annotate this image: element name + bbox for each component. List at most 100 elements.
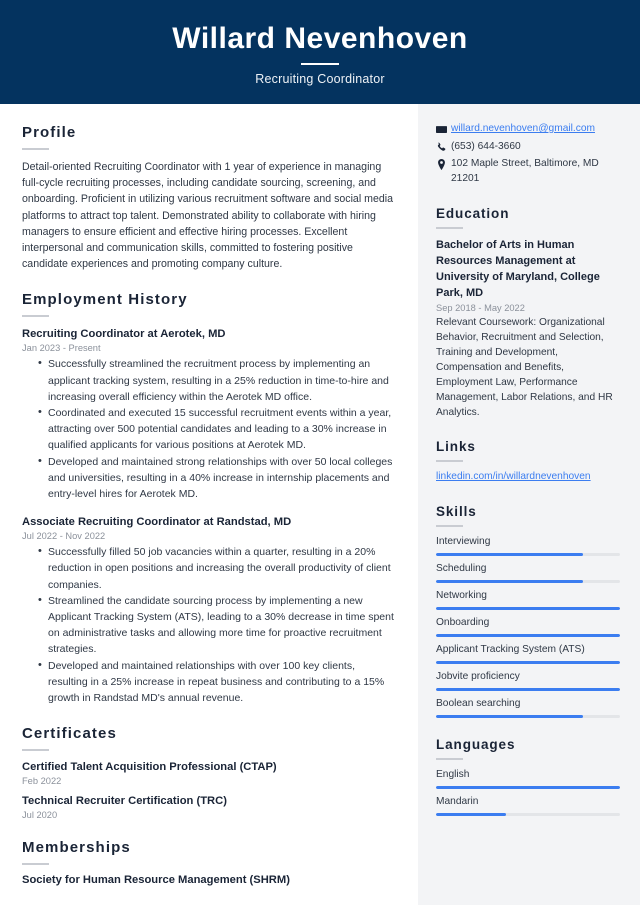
- profile-text: Detail-oriented Recruiting Coordinator w…: [22, 161, 393, 271]
- heading-divider: [436, 524, 463, 527]
- skill-item: Onboarding: [436, 616, 620, 637]
- main-column: Profile Detail-oriented Recruiting Coord…: [0, 104, 418, 905]
- employment-section: Employment History Recruiting Coordinato…: [22, 291, 396, 706]
- skill-label: Onboarding: [436, 616, 490, 628]
- skill-item: Boolean searching: [436, 697, 620, 718]
- skill-label: Networking: [436, 589, 487, 601]
- contact-phone: (653) 644-3660: [451, 140, 521, 152]
- skill-bar-track: [436, 714, 620, 718]
- job-date: Jul 2022 - Nov 2022: [22, 531, 106, 542]
- certificate-date: Feb 2022: [22, 776, 62, 787]
- candidate-name: Willard Nevenhoven: [172, 22, 468, 55]
- skill-label: Applicant Tracking System (ATS): [436, 643, 585, 655]
- language-bar-fill: [436, 785, 620, 789]
- certificate-title: Certified Talent Acquisition Professiona…: [22, 761, 277, 774]
- job-title: Associate Recruiting Coordinator at Rand…: [22, 516, 292, 529]
- profile-section: Profile Detail-oriented Recruiting Coord…: [22, 124, 396, 272]
- education-section: Education Bachelor of Arts in Human Reso…: [436, 206, 620, 420]
- links-section: Links linkedin.com/in/willardnevenhoven: [436, 439, 620, 485]
- language-label: Mandarin: [436, 795, 479, 807]
- certificate-entry: Technical Recruiter Certification (TRC) …: [22, 794, 396, 820]
- certificate-entry: Certified Talent Acquisition Professiona…: [22, 760, 396, 786]
- skill-bar-track: [436, 633, 620, 637]
- certificates-heading: Certificates: [22, 725, 117, 743]
- skill-bar-fill: [436, 606, 620, 610]
- skill-label: Jobvite proficiency: [436, 670, 520, 682]
- language-label: English: [436, 768, 470, 780]
- language-bar-fill: [436, 812, 506, 816]
- skill-bar-fill: [436, 687, 620, 691]
- link-item-linkedin[interactable]: linkedin.com/in/willardnevenhoven: [436, 470, 620, 485]
- heading-divider: [22, 315, 49, 318]
- skill-bar-track: [436, 552, 620, 556]
- candidate-job-title: Recruiting Coordinator: [255, 72, 385, 86]
- skill-bar-fill: [436, 633, 620, 637]
- job-date: Jan 2023 - Present: [22, 343, 101, 354]
- job-title: Recruiting Coordinator at Aerotek, MD: [22, 328, 226, 341]
- education-date: Sep 2018 - May 2022: [436, 303, 525, 313]
- language-item: Mandarin: [436, 795, 620, 816]
- phone-icon: [436, 140, 451, 153]
- employment-heading: Employment History: [22, 291, 188, 309]
- certificates-section: Certificates Certified Talent Acquisitio…: [22, 725, 396, 820]
- location-pin-icon: [436, 157, 451, 170]
- education-degree: Bachelor of Arts in Human Resources Mana…: [436, 239, 600, 299]
- membership-title: Society for Human Resource Management (S…: [22, 874, 290, 887]
- job-bullet-list: Successfully filled 50 job vacancies wit…: [22, 543, 396, 707]
- memberships-heading: Memberships: [22, 839, 131, 857]
- envelope-icon: [436, 122, 451, 135]
- skill-item: Scheduling: [436, 562, 620, 583]
- resume-body: Profile Detail-oriented Recruiting Coord…: [0, 104, 640, 905]
- contact-email[interactable]: willard.nevenhoven@gmail.com: [451, 122, 595, 137]
- languages-heading: Languages: [436, 736, 516, 752]
- skills-heading: Skills: [436, 503, 477, 519]
- heading-divider: [436, 227, 463, 229]
- sidebar-column: willard.nevenhoven@gmail.com (653) 644-3…: [418, 104, 640, 905]
- language-bar-track: [436, 785, 620, 789]
- job-bullet: Streamlined the candidate sourcing proce…: [38, 592, 396, 658]
- heading-divider: [22, 749, 49, 752]
- skill-bar-fill: [436, 714, 584, 718]
- profile-heading: Profile: [22, 124, 77, 141]
- contact-address: 102 Maple Street, Baltimore, MD 21201: [451, 158, 599, 184]
- education-description: Relevant Coursework: Organizational Beha…: [436, 317, 613, 418]
- resume-header: Willard Nevenhoven Recruiting Coordinato…: [0, 0, 640, 104]
- job-bullet: Developed and maintained strong relation…: [38, 453, 396, 503]
- certificate-date: Jul 2020: [22, 810, 58, 821]
- resume-page: Willard Nevenhoven Recruiting Coordinato…: [0, 0, 640, 905]
- skill-bar-track: [436, 579, 620, 583]
- job-bullet: Successfully filled 50 job vacancies wit…: [38, 543, 396, 593]
- skill-item: Jobvite proficiency: [436, 670, 620, 691]
- skill-label: Interviewing: [436, 535, 491, 547]
- job-bullet-list: Successfully streamlined the recruitment…: [22, 355, 396, 503]
- language-bar-track: [436, 812, 620, 816]
- memberships-section: Memberships Society for Human Resource M…: [22, 839, 396, 886]
- heading-divider: [436, 757, 463, 760]
- education-heading: Education: [436, 206, 510, 221]
- contact-email-row[interactable]: willard.nevenhoven@gmail.com: [436, 122, 620, 137]
- job-bullet: Coordinated and executed 15 successful r…: [38, 404, 396, 454]
- heading-divider: [22, 148, 49, 150]
- skill-item: Applicant Tracking System (ATS): [436, 643, 620, 664]
- heading-divider: [22, 863, 49, 866]
- contact-address-row: 102 Maple Street, Baltimore, MD 21201: [436, 157, 620, 186]
- skill-item: Interviewing: [436, 535, 620, 556]
- certificate-title: Technical Recruiter Certification (TRC): [22, 795, 227, 808]
- skill-label: Boolean searching: [436, 697, 521, 709]
- skill-bar-track: [436, 660, 620, 664]
- header-divider: [301, 63, 339, 65]
- job-bullet: Successfully streamlined the recruitment…: [38, 355, 396, 405]
- language-item: English: [436, 768, 620, 789]
- job-bullet: Developed and maintained relationships w…: [38, 657, 396, 707]
- skill-bar-fill: [436, 579, 584, 583]
- job-entry: Associate Recruiting Coordinator at Rand…: [22, 514, 396, 706]
- skill-item: Networking: [436, 589, 620, 610]
- skill-bar-track: [436, 687, 620, 691]
- languages-section: Languages English Mandarin: [436, 737, 620, 816]
- job-entry: Recruiting Coordinator at Aerotek, MD Ja…: [22, 326, 396, 502]
- skill-label: Scheduling: [436, 562, 487, 574]
- skill-bar-track: [436, 606, 620, 610]
- skills-section: Skills Interviewing Scheduling Networkin…: [436, 504, 620, 718]
- heading-divider: [436, 460, 463, 462]
- links-heading: Links: [436, 439, 476, 454]
